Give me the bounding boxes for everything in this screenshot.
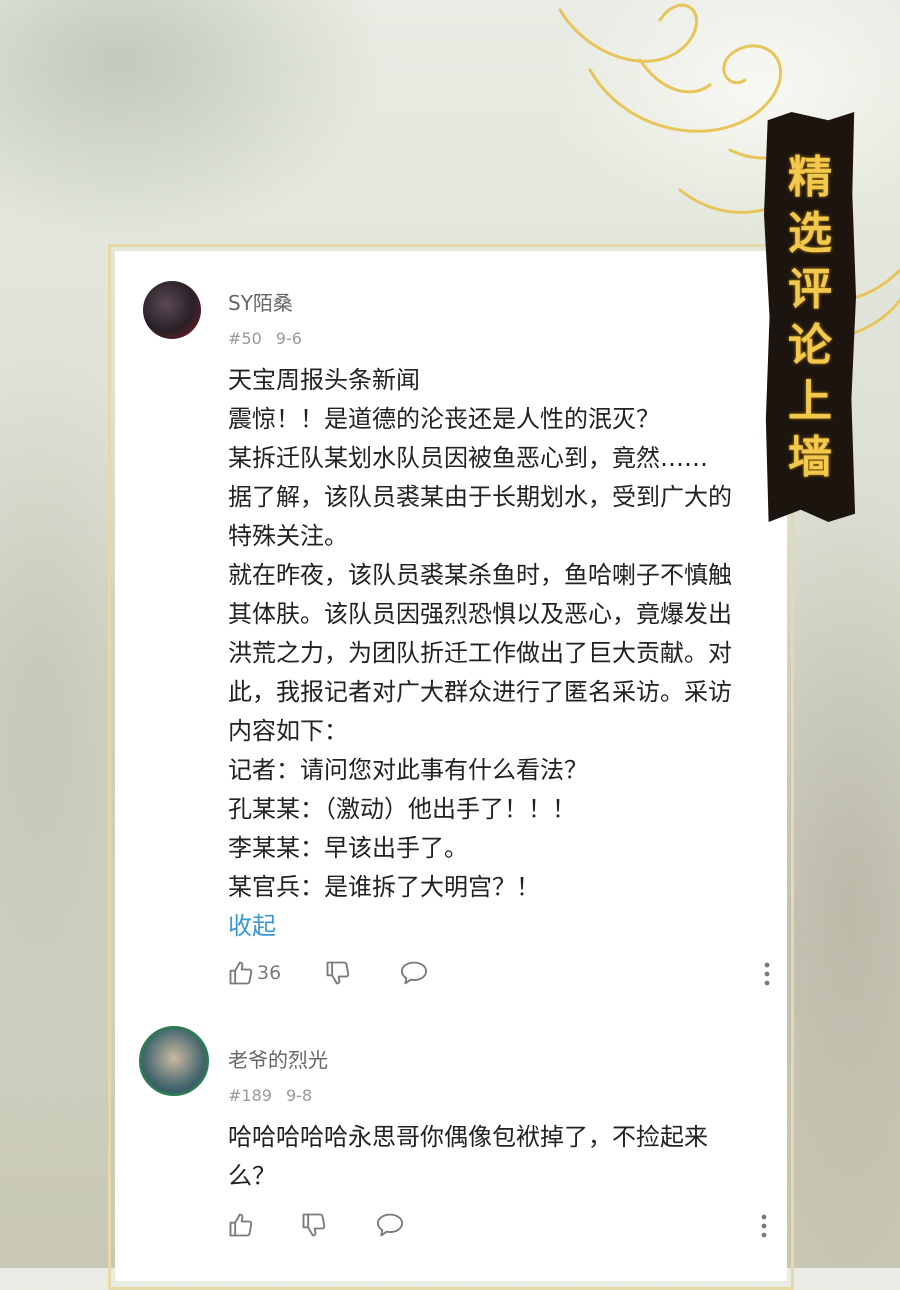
comment-body: 天宝周报头条新闻 震惊！！是道德的沦丧还是人性的泯灭？ 某拆迁队某划水队员因被鱼…	[228, 361, 758, 946]
collapse-link[interactable]: 收起	[228, 907, 758, 946]
comment-line: 其体肤。该队员因强烈恐惧以及恶心，竟爆发出	[228, 600, 732, 628]
comment-line: 震惊！！是道德的沦丧还是人性的泯灭？	[228, 405, 660, 433]
reply-button[interactable]	[375, 1211, 405, 1239]
comments-card: SY陌桑 #50 9-6 天宝周报头条新闻 震惊！！是道德的沦丧还是人性的泯灭？ …	[115, 251, 787, 1281]
comment-line: 洪荒之力，为团队折迁工作做出了巨大贡献。对	[228, 639, 732, 667]
banner-char: 墙	[788, 432, 832, 483]
avatar[interactable]	[143, 281, 201, 339]
comment-line: 哈哈哈哈哈永思哥你偶像包袱掉了，不捡起来	[228, 1123, 708, 1151]
like-button[interactable]	[227, 1211, 255, 1239]
comment-line: 么？	[228, 1162, 276, 1190]
vertical-ellipsis-icon	[764, 962, 770, 986]
comment-line: 孔某某：（激动）他出手了！！！	[228, 795, 576, 823]
banner-char: 论	[788, 320, 832, 371]
comment-line: 内容如下：	[228, 717, 348, 745]
vertical-ellipsis-icon	[761, 1214, 767, 1238]
comment-actions: 36	[227, 959, 772, 995]
banner-char: 上	[788, 376, 832, 427]
avatar[interactable]	[139, 1026, 209, 1096]
dislike-button[interactable]	[324, 959, 352, 987]
comment-actions	[227, 1211, 772, 1247]
comment-line: 某官兵：是谁拆了大明宫？！	[228, 873, 540, 901]
like-button[interactable]: 36	[227, 959, 281, 987]
comment-floor: #50	[228, 329, 262, 348]
banner-char: 评	[788, 264, 832, 315]
comment-line: 某拆迁队某划水队员因被鱼恶心到，竟然……	[228, 444, 708, 472]
more-options-button[interactable]	[762, 961, 772, 991]
comment-floor: #189	[228, 1086, 272, 1105]
comment-username[interactable]: 老爷的烈光	[228, 1044, 328, 1073]
like-count: 36	[257, 962, 282, 984]
banner-title: 精 选 评 论 上 墙	[764, 150, 856, 486]
thumbs-down-icon	[302, 1213, 326, 1237]
thumbs-down-icon	[326, 961, 350, 985]
comment-body: 哈哈哈哈哈永思哥你偶像包袱掉了，不捡起来 么？	[228, 1118, 758, 1196]
more-options-button[interactable]	[759, 1213, 769, 1243]
comment-line: 据了解，该队员裘某由于长期划水，受到广大的	[228, 483, 732, 511]
comment-line: 特殊关注。	[228, 522, 348, 550]
comment-username[interactable]: SY陌桑	[228, 287, 293, 316]
dislike-button[interactable]	[300, 1211, 328, 1239]
comment-line: 天宝周报头条新闻	[228, 366, 420, 394]
comment-date: 9-6	[275, 329, 302, 348]
thumbs-up-icon	[229, 1213, 253, 1237]
speech-bubble-icon	[400, 961, 428, 985]
comment-line: 此，我报记者对广大群众进行了匿名采访。采访	[228, 678, 732, 706]
comment-meta: #189 9-8	[228, 1086, 312, 1105]
speech-bubble-icon	[376, 1213, 404, 1237]
reply-button[interactable]	[399, 959, 429, 987]
comment-meta: #50 9-6	[228, 329, 302, 348]
banner-char: 精	[788, 152, 832, 203]
comment-date: 9-8	[285, 1086, 313, 1105]
thumbs-up-icon	[229, 961, 253, 985]
comment-line: 就在昨夜，该队员裘某杀鱼时，鱼哈喇子不慎触	[228, 561, 732, 589]
comment-line: 记者：请问您对此事有什么看法？	[228, 756, 588, 784]
banner-char: 选	[788, 208, 832, 259]
comment-line: 李某某：早该出手了。	[228, 834, 468, 862]
